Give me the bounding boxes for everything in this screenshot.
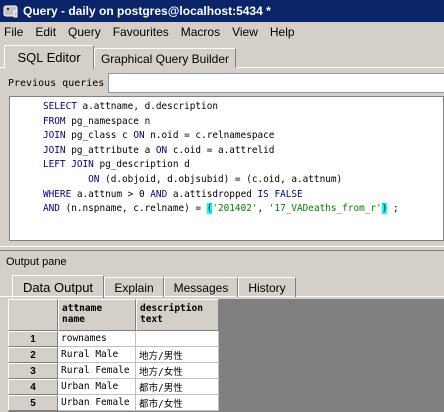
previous-queries-dropdown[interactable] [108, 73, 444, 93]
sql-token: (d.objoid, d.objsubid) = (c.oid, a.attnu… [99, 174, 343, 185]
sql-token: pg_class c [65, 130, 134, 142]
column-header-description[interactable]: description text [136, 299, 219, 331]
column-name-description: description [140, 303, 203, 314]
data-grid[interactable]: attname name description text 1 rownames 2… [8, 299, 444, 412]
sql-token: ; [387, 203, 399, 215]
sql-editor[interactable]: SELECT a.attname, d.description FROM pg_n… [9, 96, 444, 241]
menu-macros[interactable]: Macros [181, 25, 220, 39]
sql-token: JOIN [43, 130, 66, 142]
tab-graphical-query-builder[interactable]: Graphical Query Builder [94, 48, 236, 68]
sql-line: SELECT a.attname, d.description [43, 100, 218, 114]
sql-line: AND (n.nspname, c.relname) = ('201402', … [43, 202, 399, 216]
column-name-attname: attname [62, 303, 103, 314]
cell-attname[interactable]: Rural Male [58, 347, 136, 363]
sql-token: SELECT [43, 101, 77, 112]
menu-edit[interactable]: Edit [35, 25, 56, 39]
cell-description[interactable] [136, 331, 219, 347]
window-titlebar[interactable]: Query - daily on postgres@localhost:5434… [0, 0, 444, 22]
sql-token: n.oid = c.relnamespace [144, 130, 275, 142]
sql-token: pg_namespace n [65, 115, 151, 127]
tab-history-label: History [248, 280, 286, 295]
tab-messages[interactable]: Messages [164, 277, 238, 297]
cell-description[interactable]: 都市/男性 [136, 379, 219, 395]
sql-token: ON [155, 144, 168, 156]
cell-description[interactable]: 都市/女性 [136, 395, 219, 411]
output-pane-label: Output pane [6, 256, 67, 268]
window-title: Query - daily on postgres@localhost:5434… [23, 4, 271, 18]
cell-attname[interactable]: Urban Male [58, 379, 136, 395]
row-header[interactable]: 5 [8, 395, 58, 411]
row-header[interactable]: 4 [8, 379, 58, 395]
row-header[interactable]: 1 [8, 331, 58, 347]
menu-view[interactable]: View [232, 25, 258, 39]
cell-attname[interactable]: Rural Female [58, 363, 136, 379]
sql-token: LEFT JOIN [43, 159, 94, 171]
tab-graphical-query-builder-label: Graphical Query Builder [100, 51, 230, 66]
sql-token: ON [43, 174, 100, 185]
tab-data-output-label: Data Output [22, 279, 94, 295]
column-type-attname: name [62, 314, 85, 325]
sql-token: JOIN [43, 144, 66, 156]
tab-history[interactable]: History [238, 277, 296, 297]
sql-line: WHERE a.attnum > 0 AND a.attisdropped IS… [43, 188, 303, 202]
cell-attname[interactable]: Urban Female [58, 395, 136, 411]
tab-sql-editor-label: SQL Editor [17, 50, 81, 65]
cell-description[interactable]: 地方/女性 [136, 363, 219, 379]
grid-corner[interactable] [8, 299, 58, 331]
sql-token: , [257, 203, 269, 215]
tab-messages-label: Messages [173, 280, 229, 295]
output-tabs: Data Output Explain Messages History [0, 275, 444, 298]
menu-bar: File Edit Query Favourites Macros View Help [0, 22, 444, 41]
column-type-description: text [140, 314, 163, 325]
sql-token: (n.nspname, c.relname) = [59, 203, 207, 215]
tab-sql-editor[interactable]: SQL Editor [4, 45, 94, 69]
menu-query[interactable]: Query [68, 25, 101, 39]
sql-token: a.attnum > [71, 188, 139, 200]
cell-attname[interactable]: rownames [58, 331, 136, 347]
menu-file[interactable]: File [4, 25, 23, 39]
menu-favourites[interactable]: Favourites [113, 25, 169, 39]
sql-token: WHERE [43, 188, 72, 200]
sql-line: ON (d.objoid, d.objsubid) = (c.oid, a.at… [43, 173, 342, 187]
sql-line: FROM pg_namespace n [43, 115, 150, 129]
pane-splitter[interactable] [0, 246, 444, 251]
sql-token: AND [150, 188, 168, 200]
tab-explain-label: Explain [114, 280, 154, 295]
editor-tabs: SQL Editor Graphical Query Builder [0, 44, 444, 69]
pgadmin-elephant-icon [3, 5, 18, 18]
sql-token: IS FALSE [257, 188, 303, 200]
sql-token: ON [133, 130, 145, 142]
sql-token: '201402' [212, 203, 258, 215]
sql-token: AND [43, 203, 60, 215]
sql-token: a.attname, d.description [76, 101, 218, 112]
sql-token: '17_VADeaths_from_r' [268, 203, 382, 215]
tab-data-output[interactable]: Data Output [12, 275, 104, 298]
sql-line: JOIN pg_class c ON n.oid = c.relnamespac… [43, 129, 274, 143]
sql-token: pg_description d [93, 159, 190, 171]
menu-help[interactable]: Help [270, 25, 295, 39]
tab-explain[interactable]: Explain [104, 277, 164, 297]
row-header[interactable]: 3 [8, 363, 58, 379]
sql-token: pg_attribute a [65, 144, 156, 156]
sql-line: JOIN pg_attribute a ON c.oid = a.attreli… [43, 144, 274, 158]
previous-queries-label: Previous queries [8, 78, 105, 89]
cell-description[interactable]: 地方/男性 [136, 347, 219, 363]
sql-token: c.oid = a.attrelid [167, 144, 275, 156]
column-header-attname[interactable]: attname name [58, 299, 136, 331]
sql-token: a.attisdropped [167, 188, 258, 200]
sql-token: FROM [43, 115, 66, 127]
row-header[interactable]: 2 [8, 347, 58, 363]
sql-line: LEFT JOIN pg_description d [43, 158, 190, 172]
